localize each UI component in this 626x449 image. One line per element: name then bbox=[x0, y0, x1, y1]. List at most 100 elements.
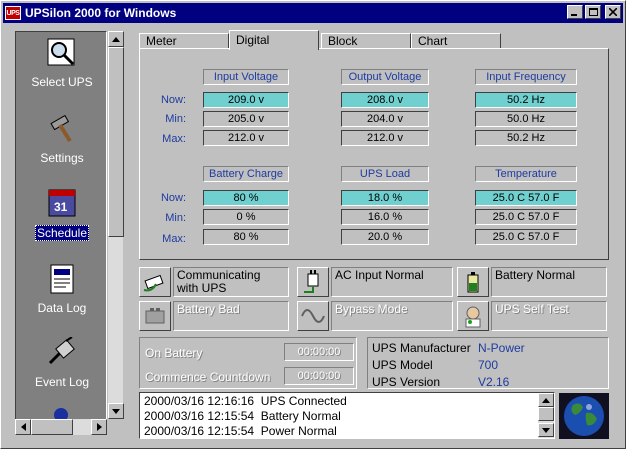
tab-label: Chart bbox=[418, 34, 448, 48]
status-text: Battery Normal bbox=[491, 267, 607, 297]
scroll-thumb[interactable] bbox=[108, 47, 124, 237]
tab-label: Digital bbox=[236, 33, 270, 47]
status-text: UPS Self Test bbox=[491, 301, 607, 331]
hammer-icon bbox=[45, 112, 79, 146]
status-ac-input: AC Input Normal bbox=[297, 267, 453, 297]
document-icon bbox=[45, 262, 79, 296]
output-voltage-min: 204.0 v bbox=[341, 111, 429, 127]
battery-bad-icon bbox=[139, 301, 171, 331]
scroll-up-button[interactable] bbox=[108, 31, 124, 47]
log-row: 2000/03/16 12:15:54 Power Normal bbox=[144, 424, 337, 438]
log-scrollbar[interactable] bbox=[538, 393, 554, 438]
maximize-button[interactable] bbox=[585, 5, 601, 19]
ups-app-icon[interactable]: UPS bbox=[5, 6, 21, 20]
arrow-left-icon bbox=[20, 423, 26, 431]
input-voltage-max: 212.0 v bbox=[203, 130, 289, 146]
min-label: Min: bbox=[165, 113, 186, 125]
log-scroll-thumb[interactable] bbox=[538, 407, 554, 421]
status-text: Bypass Mode bbox=[331, 301, 453, 331]
sidebar-vertical-scrollbar[interactable] bbox=[107, 31, 124, 419]
status-battery-bad: Battery Bad bbox=[139, 301, 289, 331]
status-communicating: Communicating with UPS bbox=[139, 267, 289, 297]
sine-wave-icon bbox=[297, 301, 329, 331]
output-voltage-now: 208.0 v bbox=[341, 92, 429, 108]
window-title: UPSilon 2000 for Windows bbox=[25, 6, 177, 20]
status-text: AC Input Normal bbox=[331, 267, 453, 297]
arrow-up-icon bbox=[112, 36, 120, 42]
ups-load-header: UPS Load bbox=[341, 166, 429, 182]
battery-icon bbox=[457, 267, 489, 297]
sidebar-item-select-ups[interactable]: Select UPS bbox=[16, 32, 106, 106]
arrow-right-icon bbox=[96, 423, 102, 431]
temperature-max: 25.0 C 57.0 F bbox=[475, 229, 577, 245]
manufacturer-value: N-Power bbox=[478, 341, 525, 355]
tab-digital[interactable]: Digital bbox=[229, 30, 319, 50]
sidebar-item-settings[interactable]: Settings bbox=[16, 108, 106, 182]
scroll-left-button[interactable] bbox=[15, 419, 31, 435]
sidebar: Select UPS Settings 31 Schedule Data Log… bbox=[15, 31, 107, 431]
sidebar-item-label: Select UPS bbox=[31, 75, 93, 89]
digital-panel: Input Voltage Output Voltage Input Frequ… bbox=[139, 48, 609, 260]
maximize-icon bbox=[588, 8, 598, 16]
close-icon bbox=[609, 8, 617, 16]
app-window: UPS UPSilon 2000 for Windows Select UPS bbox=[0, 0, 626, 449]
battery-charge-max: 80 % bbox=[203, 229, 289, 245]
title-bar[interactable]: UPS UPSilon 2000 for Windows bbox=[3, 3, 623, 23]
battery-charge-header: Battery Charge bbox=[203, 166, 289, 182]
input-frequency-max: 50.2 Hz bbox=[475, 130, 577, 146]
battery-charge-now: 80 % bbox=[203, 190, 289, 206]
ups-load-min: 16.0 % bbox=[341, 209, 429, 225]
sidebar-item-schedule[interactable]: 31 Schedule bbox=[16, 182, 106, 256]
status-text: Communicating with UPS bbox=[173, 267, 289, 297]
sidebar-item-event-log[interactable]: Event Log bbox=[16, 332, 106, 406]
on-battery-label: On Battery bbox=[145, 346, 203, 360]
sidebar-item-label: Settings bbox=[40, 151, 84, 165]
ups-load-now: 18.0 % bbox=[341, 190, 429, 206]
cable-icon bbox=[139, 267, 171, 297]
max-label: Max: bbox=[162, 233, 186, 245]
magnifier-icon bbox=[45, 36, 79, 70]
tab-label: Block bbox=[328, 34, 358, 48]
sidebar-item-data-log[interactable]: Data Log bbox=[16, 258, 106, 332]
temperature-header: Temperature bbox=[475, 166, 577, 182]
scroll-right-button[interactable] bbox=[91, 419, 107, 435]
calendar-date-text: 31 bbox=[54, 200, 68, 214]
status-self-test: UPS Self Test bbox=[457, 301, 607, 331]
status-bypass-mode: Bypass Mode bbox=[297, 301, 453, 331]
input-frequency-header: Input Frequency bbox=[475, 69, 577, 85]
input-frequency-min: 50.0 Hz bbox=[475, 111, 577, 127]
log-scroll-up-button[interactable] bbox=[538, 393, 554, 407]
power-plug-icon bbox=[297, 267, 329, 297]
log-row: 2000/03/16 12:16:16 UPS Connected bbox=[144, 394, 347, 408]
h-scroll-thumb[interactable] bbox=[31, 419, 73, 435]
arrow-down-icon bbox=[112, 408, 120, 414]
now-label: Now: bbox=[160, 94, 186, 106]
minimize-button[interactable] bbox=[567, 5, 583, 19]
ups-load-max: 20.0 % bbox=[341, 229, 429, 245]
input-voltage-header: Input Voltage bbox=[203, 69, 289, 85]
event-log-list[interactable]: 2000/03/16 12:16:16 UPS Connected 2000/0… bbox=[139, 392, 555, 439]
scroll-down-button[interactable] bbox=[108, 403, 124, 419]
arrow-up-icon bbox=[542, 397, 550, 403]
now-label: Now: bbox=[160, 192, 186, 204]
status-text: Battery Bad bbox=[173, 301, 289, 331]
model-value: 700 bbox=[478, 358, 499, 372]
input-voltage-min: 205.0 v bbox=[203, 111, 289, 127]
doctor-icon bbox=[457, 301, 489, 331]
sidebar-item-label: Data Log bbox=[37, 301, 87, 315]
min-label: Min: bbox=[165, 212, 186, 224]
on-battery-time: 00:00:00 bbox=[284, 343, 354, 361]
manufacturer-label: UPS Manufacturer bbox=[372, 341, 471, 355]
max-label: Max: bbox=[162, 133, 186, 145]
version-value: V2.16 bbox=[478, 375, 510, 389]
output-voltage-max: 212.0 v bbox=[341, 130, 429, 146]
input-voltage-now: 209.0 v bbox=[203, 92, 289, 108]
close-button[interactable] bbox=[605, 5, 621, 19]
countdown-time: 00:00:00 bbox=[284, 367, 354, 385]
battery-charge-min: 0 % bbox=[203, 209, 289, 225]
sidebar-horizontal-scrollbar[interactable] bbox=[15, 419, 107, 435]
log-scroll-down-button[interactable] bbox=[538, 423, 554, 437]
temperature-min: 25.0 C 57.0 F bbox=[475, 209, 577, 225]
minimize-icon bbox=[571, 14, 577, 16]
arrow-down-icon bbox=[542, 427, 550, 433]
